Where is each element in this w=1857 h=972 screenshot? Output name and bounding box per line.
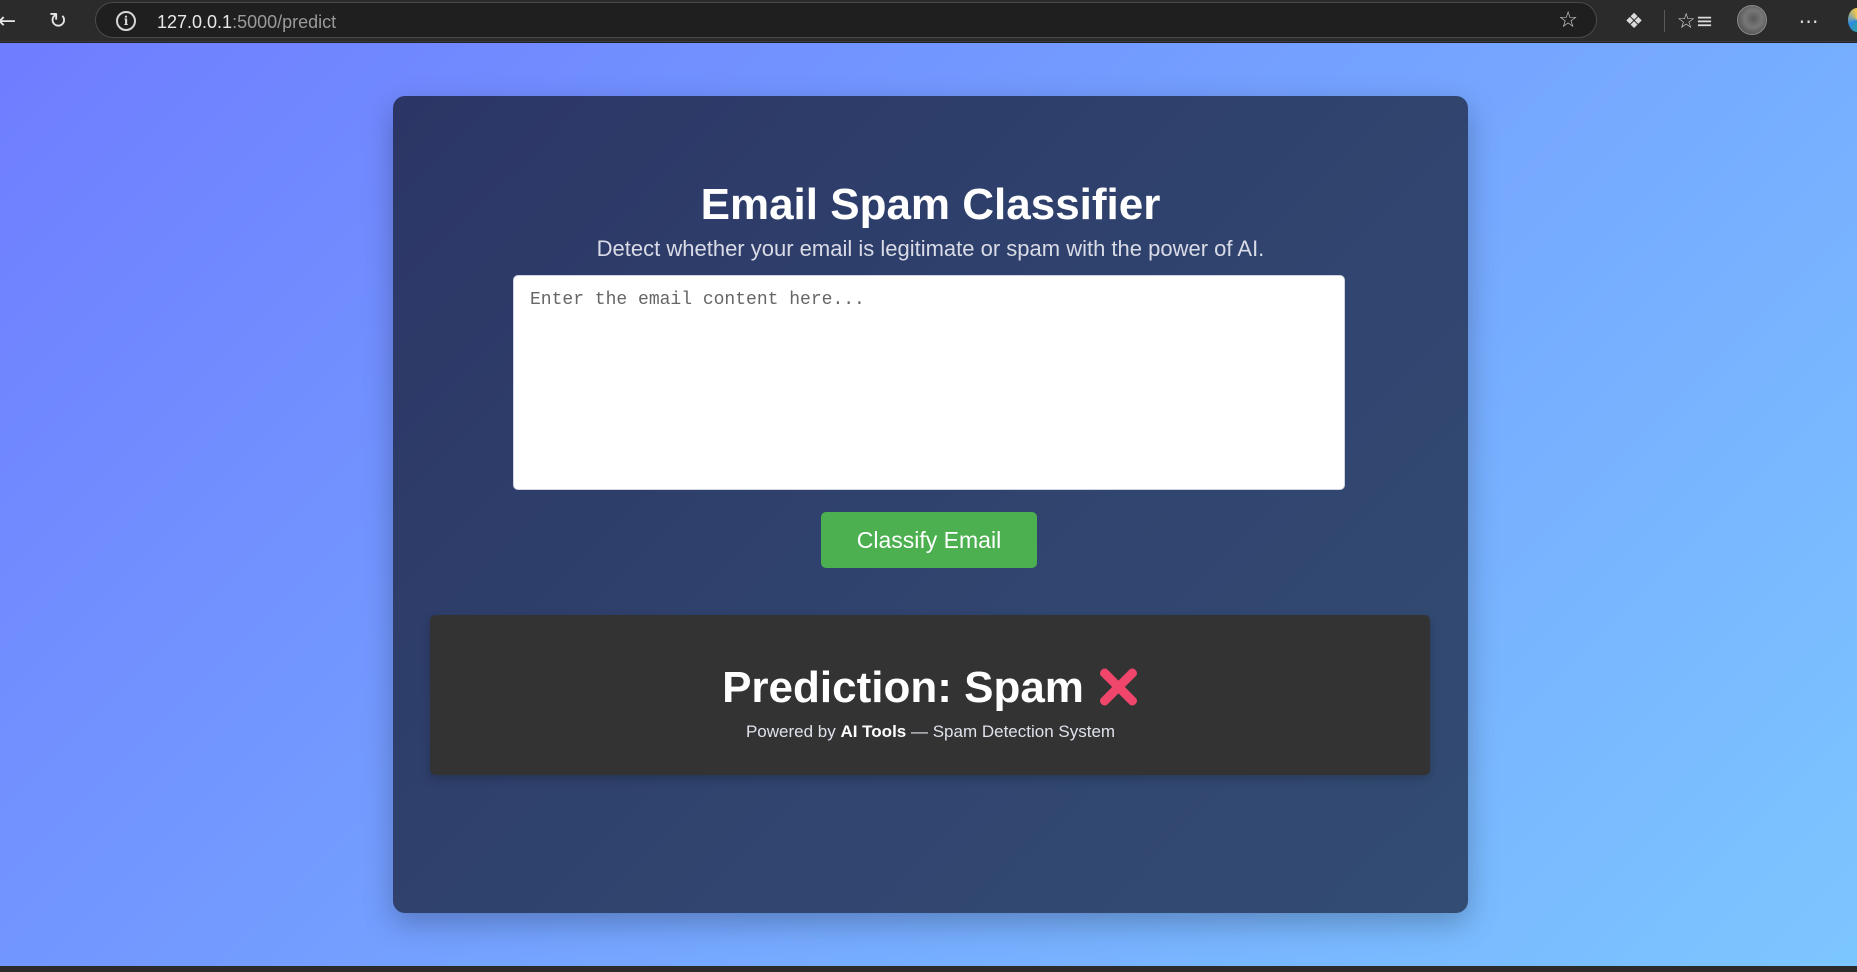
edge-icon[interactable]: [1848, 8, 1857, 32]
prediction-text: Prediction: Spam: [722, 663, 1084, 712]
page-background: Email Spam Classifier Detect whether you…: [0, 43, 1857, 966]
bottom-edge: [0, 966, 1857, 972]
classifier-card: Email Spam Classifier Detect whether you…: [393, 96, 1468, 913]
footer-brand: AI Tools: [840, 722, 907, 741]
footer-suffix: — Spam Detection System: [910, 722, 1116, 741]
url-text[interactable]: 127.0.0.1:5000/predict: [157, 12, 336, 33]
classify-email-button[interactable]: Classify Email: [821, 512, 1037, 568]
star-icon[interactable]: ☆: [1558, 8, 1578, 33]
extensions-icon[interactable]: ❖: [1619, 6, 1649, 36]
favorites-icon[interactable]: ☆≡: [1677, 6, 1713, 36]
cross-mark-icon: [1098, 666, 1138, 706]
footer-prefix: Powered by: [745, 722, 836, 741]
page-subtitle: Detect whether your email is legitimate …: [596, 236, 1265, 261]
address-bar[interactable]: i 127.0.0.1:5000/predict ☆: [95, 2, 1597, 38]
browser-toolbar: ← ↻ i 127.0.0.1:5000/predict ☆ ❖ ☆≡ ⋯: [0, 0, 1857, 42]
back-icon[interactable]: ←: [0, 6, 22, 36]
email-content-input[interactable]: [513, 275, 1345, 490]
profile-avatar[interactable]: [1737, 5, 1767, 35]
url-host: 127.0.0.1: [157, 12, 233, 32]
toolbar-separator: [1664, 10, 1665, 32]
prediction-line: Prediction: Spam: [430, 663, 1430, 713]
footer: Powered by AI Tools — Spam Detection Sys…: [393, 722, 1468, 742]
more-icon[interactable]: ⋯: [1794, 6, 1824, 36]
reload-icon[interactable]: ↻: [43, 6, 73, 36]
url-path: :5000/predict: [232, 12, 337, 32]
page-title: Email Spam Classifier: [700, 180, 1161, 229]
info-icon[interactable]: i: [116, 11, 136, 31]
prediction-result-box: Prediction: Spam: [430, 615, 1430, 775]
